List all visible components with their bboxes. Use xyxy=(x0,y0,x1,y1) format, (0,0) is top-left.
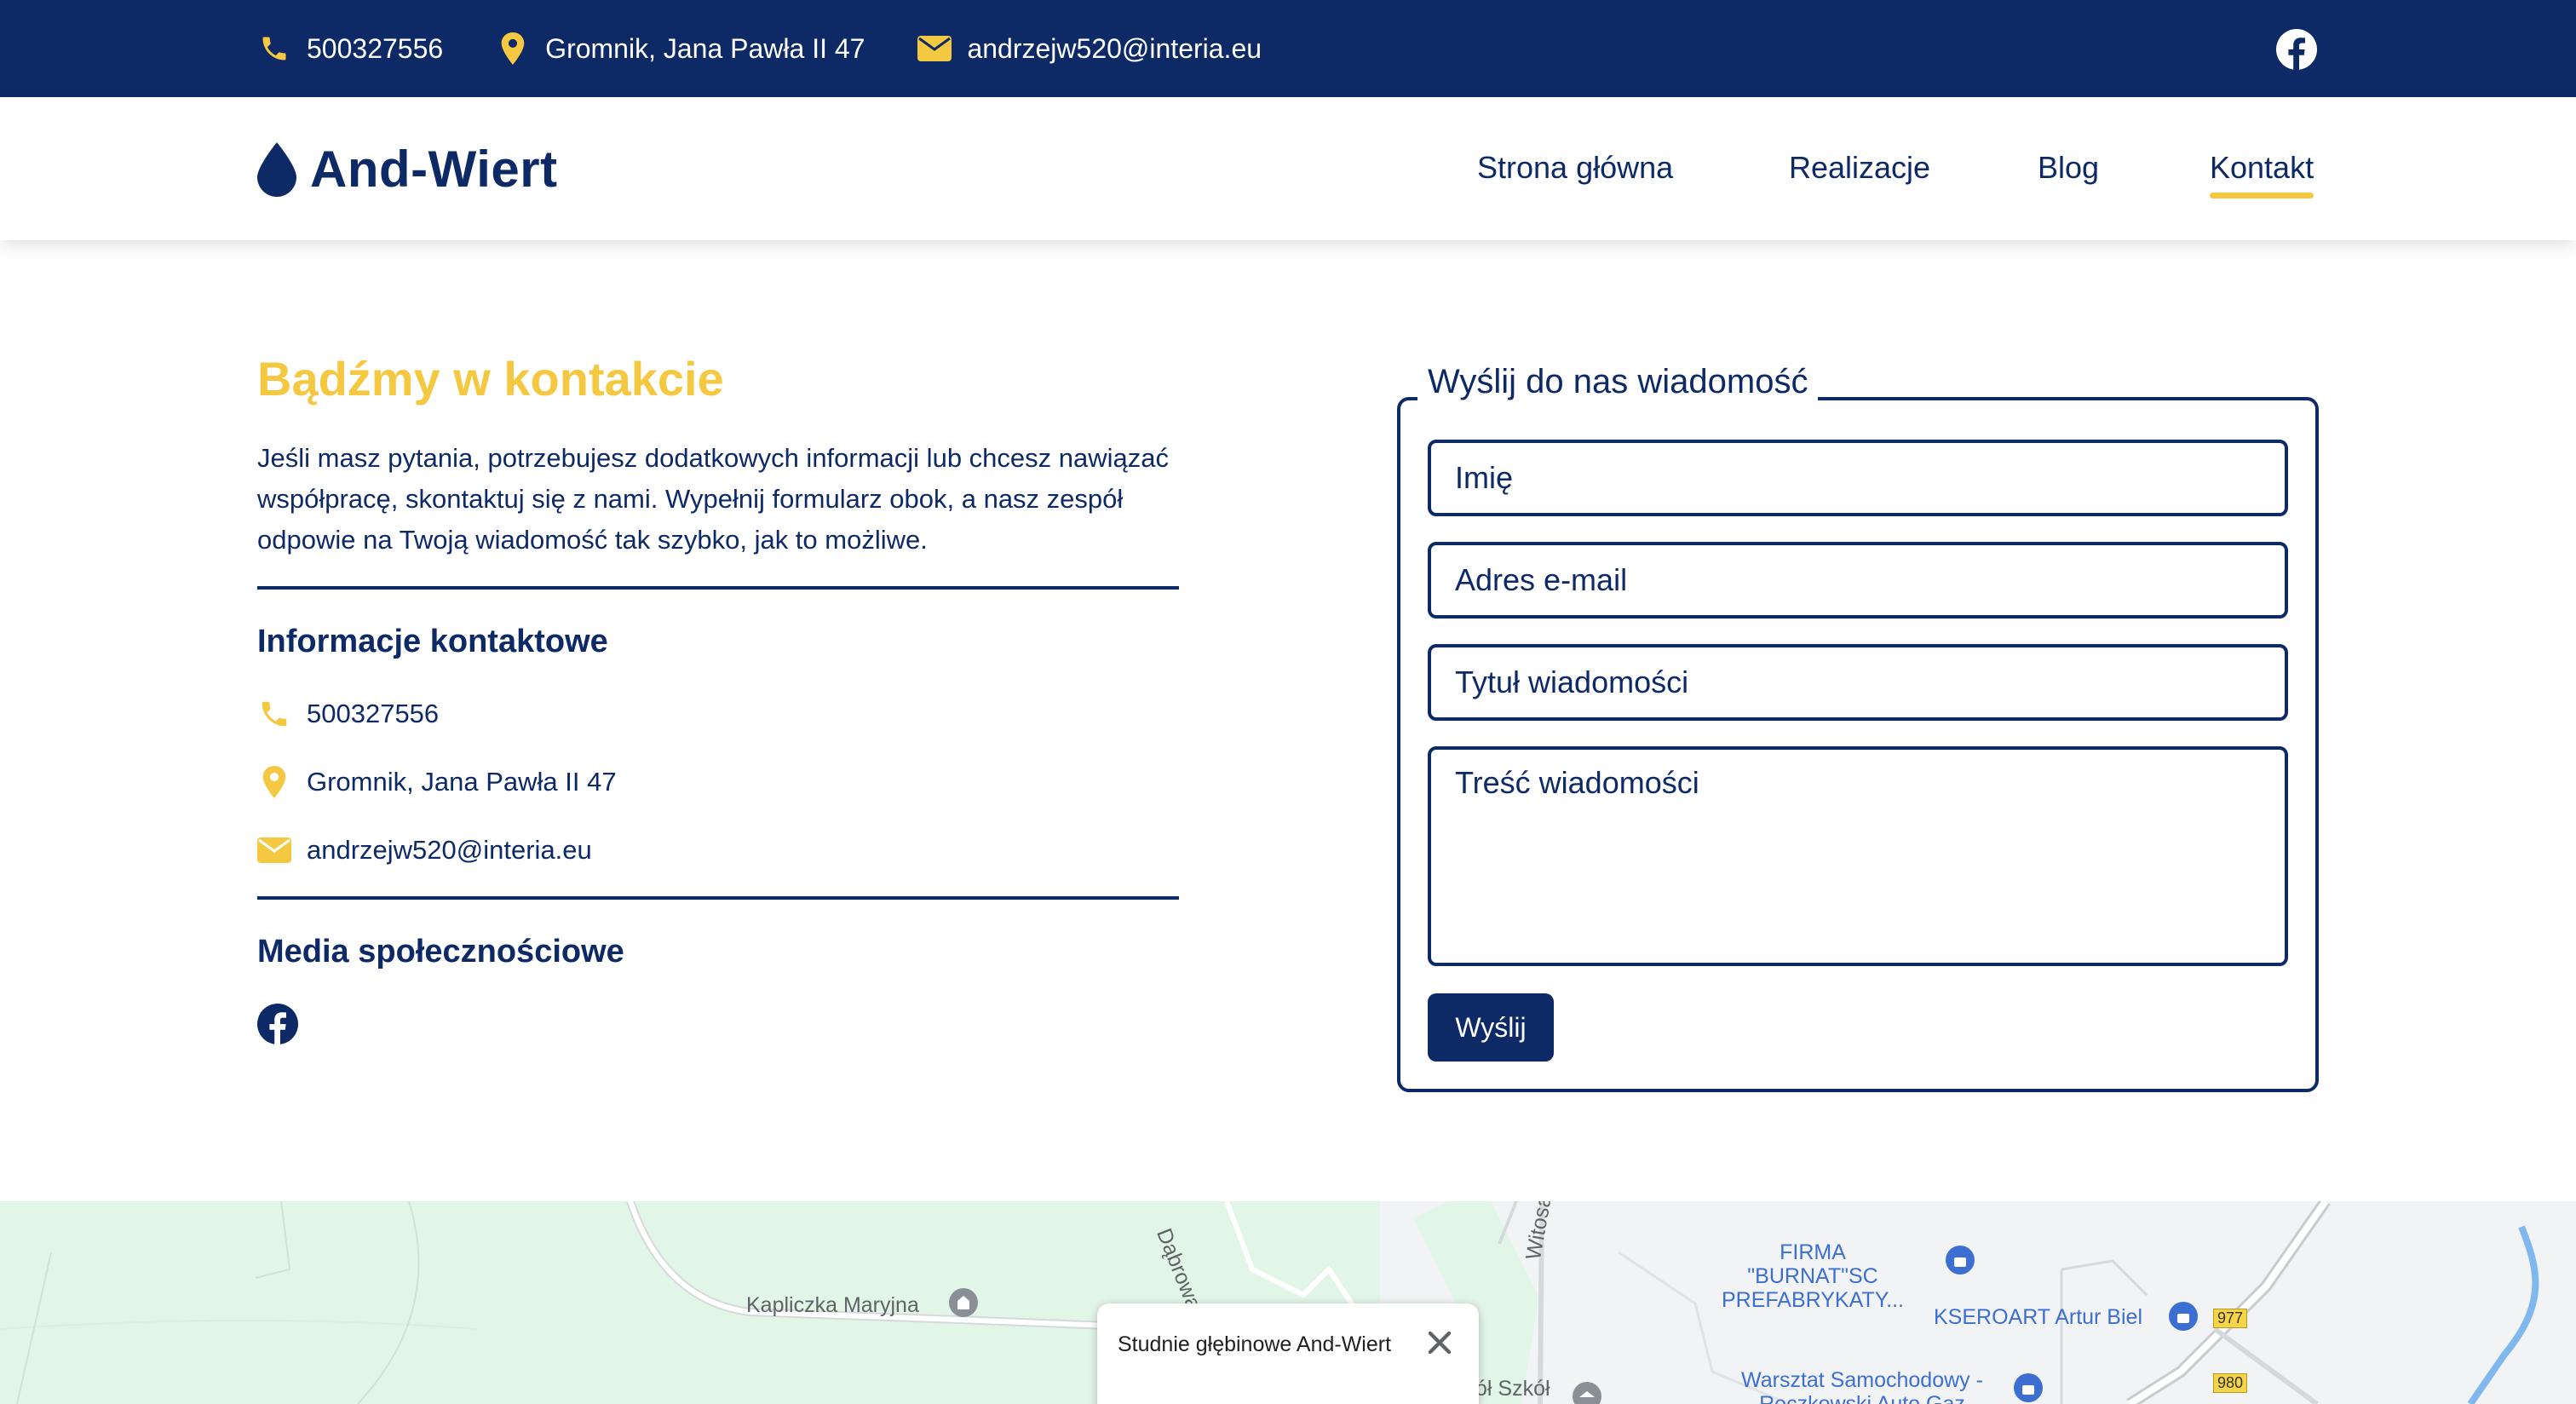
message-textarea[interactable] xyxy=(1428,746,2288,966)
contact-phone[interactable]: 500327556 xyxy=(257,697,439,731)
contact-phone-text: 500327556 xyxy=(307,699,440,728)
main-nav: Strona główna Realizacje Blog Kontakt xyxy=(0,150,2576,201)
nav-link-realizations[interactable]: Realizacje xyxy=(1789,150,1930,186)
road-sign-980: 980 xyxy=(2213,1373,2248,1393)
location-pin-icon xyxy=(257,765,291,799)
close-icon[interactable] xyxy=(1421,1324,1458,1361)
name-input[interactable] xyxy=(1428,440,2288,516)
shop-pin-icon[interactable] xyxy=(2167,1300,2199,1332)
top-bar: 500327556 Gromnik, Jana Pawła II 47 andr… xyxy=(0,0,2576,97)
contact-address-text: Gromnik, Jana Pawła II 47 xyxy=(307,767,617,797)
contact-email-text: andrzejw520@interia.eu xyxy=(307,835,592,865)
contact-info-heading: Informacje kontaktowe xyxy=(257,624,608,659)
facebook-icon[interactable] xyxy=(257,1004,298,1044)
nav-link-contact[interactable]: Kontakt xyxy=(2210,150,2314,199)
topbar-address-text: Gromnik, Jana Pawła II 47 xyxy=(545,32,865,64)
map-label-kseroart: KSEROART Artur Biel xyxy=(1934,1305,2142,1329)
church-pin-icon[interactable] xyxy=(947,1286,980,1319)
subject-input[interactable] xyxy=(1428,644,2288,721)
popup-title: Studnie głębinowe And-Wiert xyxy=(1118,1332,1392,1356)
divider xyxy=(257,896,1179,900)
envelope-icon xyxy=(917,32,952,66)
nav-link-blog[interactable]: Blog xyxy=(2038,150,2099,186)
school-pin-icon[interactable] xyxy=(1571,1380,1603,1404)
intro-text: Jeśli masz pytania, potrzebujesz dodatko… xyxy=(257,443,1169,555)
main-header: And-Wiert Strona główna Realizacje Blog … xyxy=(0,97,2576,240)
social-media-heading: Media społecznościowe xyxy=(257,934,624,970)
form-legend: Wyślij do nas wiadomość xyxy=(1417,363,1819,401)
phone-icon xyxy=(257,697,291,731)
topbar-email-text: andrzejw520@interia.eu xyxy=(967,32,1262,64)
submit-button[interactable]: Wyślij xyxy=(1428,993,1554,1062)
map-label-warsztat: Warsztat Samochodowy - Reczkowski Auto G… xyxy=(1741,1368,1983,1404)
facebook-icon[interactable] xyxy=(2276,29,2317,70)
topbar-email[interactable]: andrzejw520@interia.eu xyxy=(917,32,1262,66)
topbar-phone[interactable]: 500327556 xyxy=(257,32,443,66)
map-label-burnat: FIRMA "BURNAT"SC PREFABRYKATY... xyxy=(1722,1240,1904,1312)
divider xyxy=(257,586,1179,590)
map-info-popup: Studnie głębinowe And-Wiert xyxy=(1097,1303,1479,1404)
contact-email[interactable]: andrzejw520@interia.eu xyxy=(257,833,592,867)
page-title: Bądźmy w kontakcie xyxy=(257,352,724,406)
road-sign-977: 977 xyxy=(2213,1309,2248,1328)
contact-address: Gromnik, Jana Pawła II 47 xyxy=(257,765,617,799)
shop-pin-icon[interactable] xyxy=(2012,1372,2044,1404)
topbar-phone-text: 500327556 xyxy=(307,32,444,64)
topbar-address: Gromnik, Jana Pawła II 47 xyxy=(496,32,865,66)
phone-icon xyxy=(257,32,291,66)
map-label-kapliczka: Kapliczka Maryjna xyxy=(746,1293,919,1317)
email-input[interactable] xyxy=(1428,542,2288,619)
location-pin-icon xyxy=(496,32,530,66)
nav-link-home[interactable]: Strona główna xyxy=(1477,150,1673,186)
shop-pin-icon[interactable] xyxy=(1944,1244,1976,1276)
envelope-icon xyxy=(257,833,291,867)
map-label-school: ół Szkół xyxy=(1475,1377,1550,1401)
